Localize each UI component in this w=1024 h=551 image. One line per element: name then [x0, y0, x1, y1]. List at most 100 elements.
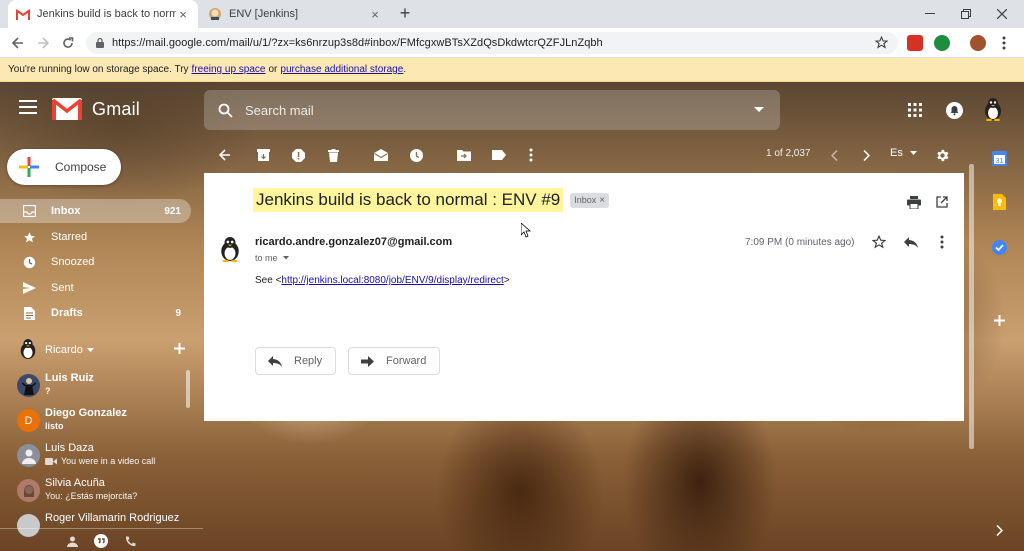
bookmark-star-icon[interactable] — [875, 36, 888, 49]
settings-gear-icon[interactable] — [933, 146, 951, 164]
profile-avatar[interactable] — [970, 35, 986, 51]
extension-icon[interactable] — [907, 35, 923, 51]
close-window-icon[interactable] — [984, 0, 1020, 28]
tab-close-icon[interactable]: × — [368, 7, 382, 22]
label-chip[interactable]: Inbox × — [570, 192, 610, 208]
tab-close-icon[interactable]: × — [176, 7, 190, 22]
contact-name: Silvia Acuña — [45, 477, 105, 489]
mark-unread-icon[interactable] — [372, 146, 390, 164]
expand-panel-chevron-icon[interactable] — [991, 522, 1007, 538]
nav-item-drafts[interactable]: Drafts 9 — [0, 301, 191, 325]
body-text: See < — [255, 275, 282, 286]
nav-item-sent[interactable]: Sent — [0, 276, 191, 300]
banner-text: . — [403, 64, 407, 75]
forward-label: Forward — [386, 355, 427, 367]
minimize-icon[interactable] — [912, 0, 948, 28]
account-avatar[interactable] — [980, 95, 1006, 123]
tab-jenkins[interactable]: ENV [Jenkins] × — [200, 0, 390, 28]
nav-item-inbox[interactable]: Inbox 921 — [0, 199, 191, 223]
delete-icon[interactable] — [324, 146, 342, 164]
hangouts-user[interactable]: Ricardo — [18, 338, 190, 362]
contact-status: listo — [45, 421, 64, 431]
new-chat-plus-icon[interactable] — [174, 343, 185, 354]
recipient-details[interactable]: to me — [255, 253, 289, 263]
compose-label: Compose — [55, 160, 107, 174]
gmail-logo[interactable]: Gmail — [52, 98, 140, 120]
sender-email[interactable]: ricardo.andre.gonzalez07@gmail.com — [255, 236, 452, 248]
reply-button[interactable]: Reply — [255, 347, 337, 375]
contact-status: You were in a video call — [61, 456, 156, 466]
search-bar[interactable]: Search mail — [204, 90, 780, 130]
tab-gmail[interactable]: Jenkins build is back to normal : E × — [8, 0, 198, 28]
keep-icon[interactable] — [991, 194, 1007, 210]
back-icon[interactable] — [8, 33, 28, 53]
free-space-link[interactable]: freeing up space — [192, 64, 266, 75]
chevron-down-icon[interactable] — [86, 348, 94, 352]
back-to-inbox-icon[interactable] — [216, 146, 234, 164]
contact-name: Roger Villamarin Rodriguez — [45, 512, 180, 524]
nav-item-snoozed[interactable]: Snoozed — [0, 250, 191, 274]
more-actions-icon[interactable] — [522, 146, 540, 164]
message-more-icon[interactable] — [933, 233, 951, 251]
open-in-new-window-icon[interactable] — [933, 193, 951, 211]
contacts-person-icon[interactable] — [64, 533, 80, 549]
message-scrollbar[interactable] — [969, 164, 974, 449]
get-addons-plus-icon[interactable] — [991, 312, 1007, 328]
chat-contact[interactable]: Luis Ruiz ? — [17, 372, 189, 406]
move-to-icon[interactable] — [455, 146, 473, 164]
archive-icon[interactable] — [254, 146, 272, 164]
gmail-favicon-icon — [16, 7, 30, 21]
print-icon[interactable] — [905, 193, 923, 211]
purchase-storage-link[interactable]: purchase additional storage — [280, 64, 403, 75]
reply-icon[interactable] — [902, 233, 920, 251]
body-text: > — [503, 275, 510, 286]
contact-name: Luis Ruiz — [45, 372, 94, 384]
tasks-icon[interactable] — [991, 239, 1007, 255]
jenkins-build-link[interactable]: http://jenkins.local:8080/job/ENV/9/disp… — [281, 275, 503, 286]
star-icon — [22, 230, 36, 244]
reload-icon[interactable] — [58, 33, 78, 53]
nav-item-starred[interactable]: Starred — [0, 225, 191, 249]
chat-contact[interactable]: Luis Daza You were in a video call — [17, 442, 189, 476]
report-spam-icon[interactable] — [289, 146, 307, 164]
label-icon[interactable] — [490, 146, 508, 164]
hangouts-chat-icon[interactable] — [93, 533, 109, 549]
forward-icon[interactable] — [33, 33, 53, 53]
contact-name: Luis Daza — [45, 442, 94, 454]
calendar-icon[interactable]: 31 — [991, 150, 1007, 166]
snooze-icon[interactable] — [407, 146, 425, 164]
video-call-icon — [45, 458, 57, 465]
forward-button[interactable]: Forward — [348, 347, 441, 375]
chat-contact[interactable]: Silvia Acuña You: ¿Estás mejorcita? — [17, 477, 189, 511]
phone-icon[interactable] — [122, 533, 138, 549]
contacts-scrollbar[interactable] — [186, 370, 190, 408]
older-chevron-right-icon[interactable] — [857, 146, 875, 164]
gmail-header: Gmail Search mail — [0, 82, 1024, 138]
star-icon[interactable] — [870, 233, 888, 251]
reply-label: Reply — [294, 355, 323, 367]
chevron-down-icon — [282, 256, 289, 260]
input-language-selector[interactable]: Es — [890, 147, 917, 159]
chat-contact[interactable]: D Diego Gonzalez listo — [17, 407, 189, 441]
nav-item-label: Inbox — [51, 205, 81, 217]
sender-avatar[interactable] — [218, 235, 244, 263]
restore-icon[interactable] — [948, 0, 984, 28]
search-options-icon[interactable] — [754, 107, 764, 113]
draft-count: 9 — [175, 307, 181, 319]
notifications-icon[interactable] — [942, 98, 966, 122]
remove-label-icon[interactable]: × — [599, 195, 605, 206]
search-input[interactable]: Search mail — [245, 103, 314, 118]
browser-menu-icon[interactable] — [994, 33, 1014, 53]
extension-icon[interactable] — [934, 35, 950, 51]
apps-grid-icon[interactable] — [903, 98, 927, 122]
compose-button[interactable]: Compose — [7, 149, 121, 185]
address-bar[interactable]: https://mail.google.com/mail/u/1/?zx=ks6… — [86, 32, 898, 54]
avatar — [17, 444, 40, 467]
main-menu-icon[interactable] — [19, 100, 39, 120]
search-icon[interactable] — [218, 103, 233, 118]
pagination-text: 1 of 2,037 — [766, 148, 811, 159]
newer-chevron-left-icon[interactable] — [825, 146, 843, 164]
message-subject: Jenkins build is back to normal : ENV #9… — [253, 188, 610, 212]
hangouts-footer — [0, 528, 203, 551]
new-tab-icon[interactable]: + — [396, 4, 414, 23]
